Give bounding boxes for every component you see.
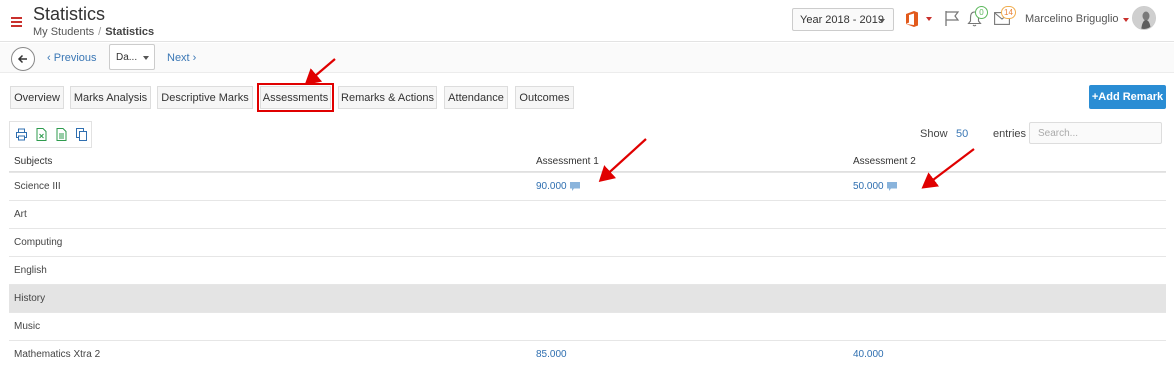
avatar[interactable]: [1132, 6, 1156, 30]
excel-file-icon[interactable]: [36, 128, 47, 141]
avatar-image: [1133, 7, 1155, 29]
show-label: Show: [920, 128, 948, 140]
tab-outcomes[interactable]: Outcomes: [515, 86, 574, 109]
table-row: English: [9, 256, 1166, 284]
subject-cell: History: [14, 293, 46, 304]
subject-cell: Science III: [14, 181, 61, 192]
date-select[interactable]: Da...: [109, 44, 155, 70]
tab-assessments[interactable]: Assessments: [257, 83, 334, 112]
year-select[interactable]: Year 2018 - 2019: [792, 8, 894, 31]
user-name[interactable]: Marcelino Briguglio: [1025, 13, 1119, 25]
breadcrumb-current: Statistics: [105, 26, 155, 38]
column-header-subjects[interactable]: Subjects: [14, 156, 52, 167]
table-row-highlighted: History: [9, 284, 1166, 312]
table-row: Mathematics Xtra 2 85.000 40.000: [9, 340, 1166, 368]
print-icon[interactable]: [16, 128, 27, 141]
search-input[interactable]: [1029, 122, 1162, 144]
assessment-1-cell[interactable]: 90.000: [536, 181, 580, 192]
assessment-1-cell[interactable]: 85.000: [536, 349, 567, 360]
breadcrumb-separator: /: [98, 26, 102, 38]
page-size-select[interactable]: 50: [956, 128, 968, 140]
back-button[interactable]: [11, 47, 35, 71]
breadcrumb-my-students[interactable]: My Students: [33, 26, 94, 38]
table-row: Art: [9, 200, 1166, 228]
navigation-bar: ‹ Previous Da... Next ›: [0, 43, 1174, 73]
chevron-down-icon: [143, 56, 149, 60]
next-link[interactable]: Next ›: [167, 52, 196, 64]
previous-label: Previous: [53, 52, 97, 64]
subject-cell: Computing: [14, 237, 63, 248]
comment-icon[interactable]: [886, 181, 897, 191]
previous-link[interactable]: ‹ Previous: [47, 52, 97, 64]
subject-cell: Mathematics Xtra 2: [14, 349, 101, 360]
app-header: Statistics My Students / Statistics Year 2…: [0, 0, 1174, 42]
menu-icon[interactable]: [11, 17, 22, 27]
tab-descriptive-marks[interactable]: Descriptive Marks: [157, 86, 253, 109]
message-count-badge: 14: [1001, 6, 1016, 19]
table-row: Science III 90.000 50.000: [9, 172, 1166, 200]
table-row: Computing: [9, 228, 1166, 256]
column-header-assessment-2[interactable]: Assessment 2: [853, 156, 916, 167]
tab-overview[interactable]: Overview: [10, 86, 64, 109]
arrow-left-icon: [17, 54, 27, 64]
subject-cell: Music: [14, 321, 41, 332]
table-row: Music: [9, 312, 1166, 340]
copy-icon[interactable]: [76, 128, 87, 141]
column-header-assessment-1[interactable]: Assessment 1: [536, 156, 599, 167]
csv-file-icon[interactable]: [56, 128, 67, 141]
comment-icon[interactable]: [569, 181, 580, 191]
export-toolbar: [9, 121, 92, 148]
entries-label: entries: [993, 128, 1027, 140]
subject-cell: Art: [14, 209, 27, 220]
office-icon[interactable]: [905, 11, 919, 27]
year-select-value: Year 2018 - 2019: [800, 14, 884, 26]
tab-remarks-actions[interactable]: Remarks & Actions: [338, 86, 437, 109]
tab-marks-analysis[interactable]: Marks Analysis: [70, 86, 151, 109]
chevron-down-icon: [879, 19, 885, 23]
tab-attendance[interactable]: Attendance: [444, 86, 508, 109]
subject-cell: English: [14, 265, 47, 276]
assessment-2-cell[interactable]: 40.000: [853, 349, 884, 360]
office-menu-caret-icon[interactable]: [926, 17, 932, 21]
breadcrumb: My Students / Statistics: [33, 26, 154, 38]
add-remark-button[interactable]: +Add Remark: [1089, 85, 1166, 109]
table-header-row: Subjects Assessment 1 Assessment 2: [9, 150, 1166, 172]
date-select-value: Da...: [116, 52, 138, 63]
assessment-1-value[interactable]: 90.000: [536, 181, 567, 192]
assessment-2-cell[interactable]: 50.000: [853, 181, 897, 192]
page-title: Statistics: [33, 4, 106, 24]
flag-icon[interactable]: [944, 10, 960, 27]
notification-count-badge: 0: [975, 6, 988, 19]
assessments-table: Subjects Assessment 1 Assessment 2 Scien…: [9, 150, 1166, 368]
user-menu-caret-icon[interactable]: [1123, 18, 1129, 22]
assessment-2-value[interactable]: 50.000: [853, 181, 884, 192]
next-label: Next: [167, 52, 190, 64]
